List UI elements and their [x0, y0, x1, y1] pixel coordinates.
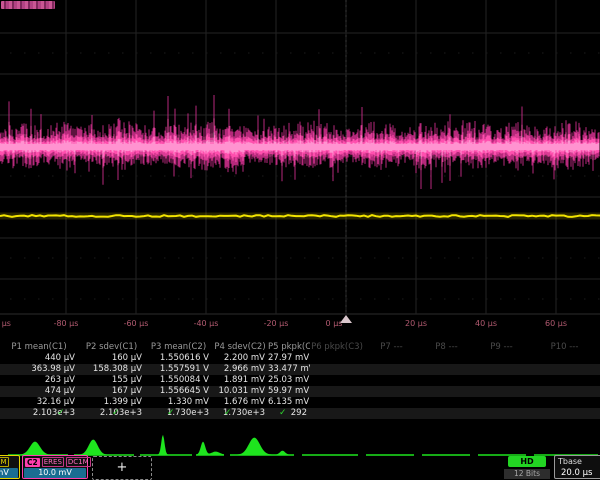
c1-vertical-scale[interactable]: 10.0 mV — [0, 468, 18, 478]
param-value: 263 µV — [0, 375, 78, 386]
oscilloscope-screen: -100 µs-80 µs-60 µs-40 µs-20 µs0 µs20 µs… — [0, 0, 600, 480]
status-check-icon: ✓ — [167, 408, 175, 418]
param-value: 167 µV — [78, 386, 145, 397]
timebase-descriptor[interactable]: Tbase 20.0 µs — [554, 455, 600, 479]
param-value: 440 µV — [0, 353, 78, 364]
param-value: 1.557591 V — [145, 364, 212, 375]
param-value: 2.966 mV — [212, 364, 268, 375]
param-header-8[interactable]: P8 --- — [419, 342, 474, 353]
param-value: 363.98 µV — [0, 364, 78, 375]
histicon — [230, 438, 294, 455]
add-trace-button[interactable]: + — [92, 456, 152, 480]
param-value: 1.891 mV — [212, 375, 268, 386]
timebase-title: Tbase — [555, 456, 600, 467]
param-value: 10.031 mV — [212, 386, 268, 397]
param-value: 6.135 mV — [268, 397, 310, 408]
param-value: 1.556645 V — [145, 386, 212, 397]
param-value: 1.676 mV — [212, 397, 268, 408]
param-stats-row: 363.98 µV158.308 µV1.557591 V2.966 mV33.… — [0, 364, 600, 375]
status-check-icon: ✓ — [57, 408, 65, 418]
param-header-1[interactable]: P1 mean(C1) — [0, 342, 78, 353]
c2-eres-label: ERES — [42, 457, 64, 467]
histicon — [8, 442, 68, 455]
histicon — [196, 442, 224, 455]
param-header-5[interactable]: P5 pkpk(C2) — [268, 342, 310, 353]
time-tick-label: -100 µs — [0, 319, 11, 328]
histicon — [140, 435, 192, 455]
c1-coupling-label: DC1M — [0, 457, 9, 467]
plus-icon: + — [117, 460, 128, 475]
param-stats-row: 440 µV160 µV1.550616 V2.200 mV27.97 mV — [0, 353, 600, 364]
param-value: 33.477 mV — [268, 364, 310, 375]
param-header-9[interactable]: P9 --- — [474, 342, 529, 353]
param-header-6[interactable]: P6 pkpk(C3) — [310, 342, 364, 353]
timebase-value: 20.0 µs — [555, 467, 600, 478]
param-value: 25.03 mV — [268, 375, 310, 386]
param-value: 1.550616 V — [145, 353, 212, 364]
param-value: 59.97 mV — [268, 386, 310, 397]
time-tick-label: 40 µs — [475, 319, 497, 328]
time-tick-label: 60 µs — [545, 319, 567, 328]
time-tick-label: -20 µs — [264, 319, 289, 328]
param-header-2[interactable]: P2 sdev(C1) — [78, 342, 145, 353]
param-value: 158.308 µV — [78, 364, 145, 375]
c2-vertical-scale[interactable]: 10.0 mV — [24, 468, 86, 478]
channel-c2-descriptor[interactable]: C2 ERES DC1M 10.0 mV — [22, 455, 88, 479]
param-value: 27.97 mV — [268, 353, 310, 364]
status-check-icon: ✓ — [112, 408, 120, 418]
param-header-row: P1 mean(C1)P2 sdev(C1)P3 mean(C2)P4 sdev… — [0, 342, 600, 353]
hd-bits-label: 12 Bits — [504, 469, 550, 479]
histicon — [74, 440, 134, 455]
param-header-7[interactable]: P7 --- — [364, 342, 419, 353]
c2-coupling-label: DC1M — [66, 457, 91, 467]
time-tick-label: -80 µs — [54, 319, 79, 328]
time-axis: -100 µs-80 µs-60 µs-40 µs-20 µs0 µs20 µs… — [0, 317, 600, 330]
param-value: 1.399 µV — [78, 397, 145, 408]
param-value: 1.550084 V — [145, 375, 212, 386]
param-value: 474 µV — [0, 386, 78, 397]
param-stats-row: 263 µV155 µV1.550084 V1.891 mV25.03 mV — [0, 375, 600, 386]
param-stats-row: 474 µV167 µV1.556645 V10.031 mV59.97 mV — [0, 386, 600, 397]
param-stats-row: 32.16 µV1.399 µV1.330 mV1.676 mV6.135 mV — [0, 397, 600, 408]
trigger-time-marker-icon[interactable] — [340, 315, 352, 323]
param-header-10[interactable]: P10 --- — [529, 342, 600, 353]
param-header-3[interactable]: P3 mean(C2) — [145, 342, 212, 353]
hd-mode-badge[interactable]: HD — [508, 456, 546, 467]
param-value: 160 µV — [78, 353, 145, 364]
param-value: 32.16 µV — [0, 397, 78, 408]
param-value: 2.200 mV — [212, 353, 268, 364]
param-value: 155 µV — [78, 375, 145, 386]
time-tick-label: -60 µs — [124, 319, 149, 328]
status-check-icon: ✓ — [224, 408, 232, 418]
param-header-4[interactable]: P4 sdev(C2) — [212, 342, 268, 353]
measurement-status-row: ✓ ✓ ✓ ✓ ✓ — [0, 408, 600, 421]
time-tick-label: 20 µs — [405, 319, 427, 328]
time-tick-label: -40 µs — [194, 319, 219, 328]
trace-annotation-label — [1, 1, 55, 9]
c2-channel-tag: C2 — [25, 458, 40, 467]
status-check-icon: ✓ — [279, 408, 287, 418]
channel-c1-descriptor[interactable]: C1 DC1M 10.0 mV — [0, 455, 20, 479]
param-value: 1.330 mV — [145, 397, 212, 408]
